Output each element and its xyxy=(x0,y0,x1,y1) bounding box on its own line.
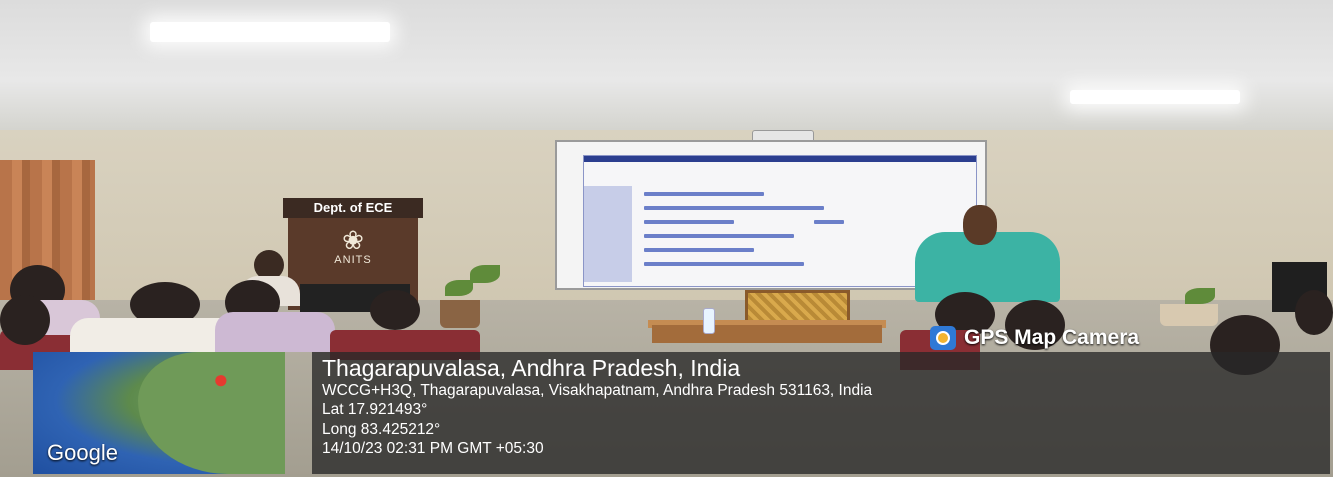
podium-emblem: ❀ ANITS xyxy=(318,226,388,286)
plant-leaf xyxy=(445,280,473,296)
plant-pot xyxy=(1160,304,1218,326)
gps-app-badge: GPS Map Camera xyxy=(930,326,1139,350)
gps-app-name: GPS Map Camera xyxy=(964,326,1140,349)
google-attribution: Google xyxy=(47,440,118,465)
plant-leaf xyxy=(470,265,500,283)
location-timestamp: 14/10/23 02:31 PM GMT +05:30 xyxy=(322,440,544,457)
map-land xyxy=(138,352,285,474)
speaker-head xyxy=(963,205,997,245)
ceiling xyxy=(0,0,1333,135)
location-address: WCCG+H3Q, Thagarapuvalasa, Visakhapatnam… xyxy=(322,382,873,399)
water-bottle xyxy=(703,308,715,334)
location-latitude: Lat 17.921493° xyxy=(322,401,428,418)
gps-map-camera-icon xyxy=(930,326,956,350)
ceiling-light-left xyxy=(150,22,390,42)
audience-head xyxy=(0,295,50,345)
audience-shirt xyxy=(215,312,335,352)
plant-leaf xyxy=(1185,288,1215,304)
map-pin-icon: ● xyxy=(213,364,229,394)
audience-head xyxy=(370,290,420,330)
ceiling-light-right xyxy=(1070,90,1240,104)
table xyxy=(652,325,882,343)
photo-scene: Dept. of ECE ❀ ANITS ● Google GPS Map Ca… xyxy=(0,0,1333,477)
plant-pot xyxy=(440,300,480,328)
podium-sign: Dept. of ECE xyxy=(283,198,423,218)
emblem-icon: ❀ xyxy=(342,225,364,255)
location-longitude: Long 83.425212° xyxy=(322,421,441,438)
location-title: Thagarapuvalasa, Andhra Pradesh, India xyxy=(322,355,741,381)
audience-head xyxy=(1295,290,1333,335)
emblem-text: ANITS xyxy=(334,254,372,266)
